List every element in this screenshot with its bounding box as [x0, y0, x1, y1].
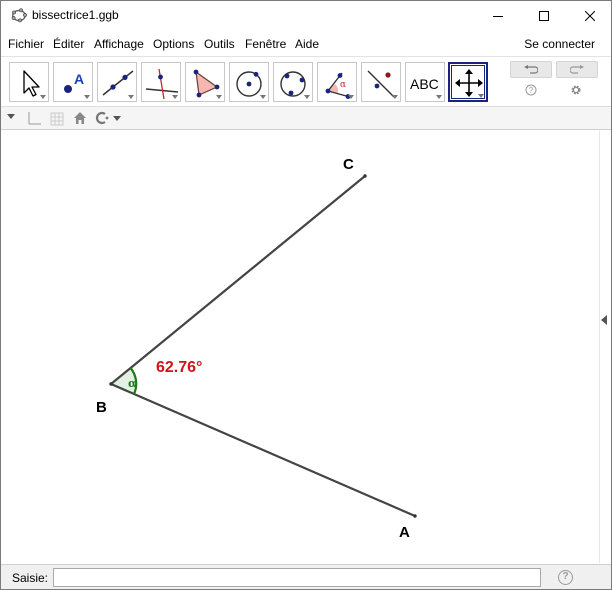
tool-circle-three-points[interactable] — [273, 62, 313, 102]
axes-toggle-icon[interactable] — [26, 111, 42, 127]
minimize-button[interactable] — [475, 1, 521, 30]
tool-angle[interactable]: α — [317, 62, 357, 102]
angle-symbol-label: α — [128, 377, 137, 390]
tool-menu-arrow-icon — [436, 95, 442, 99]
tool-polygon[interactable] — [185, 62, 225, 102]
redo-icon — [570, 64, 584, 74]
menu-fenetre[interactable]: Fenêtre — [245, 37, 286, 51]
minimize-icon — [493, 15, 503, 17]
tool-line[interactable] — [97, 62, 137, 102]
tool-text[interactable]: ABC — [405, 62, 445, 102]
tool-menu-arrow-icon — [172, 95, 178, 99]
help-icon[interactable]: ? — [525, 84, 537, 96]
input-label: Saisie: — [12, 571, 49, 585]
input-help-icon[interactable]: ? — [558, 570, 573, 585]
menu-aide[interactable]: Aide — [295, 37, 319, 51]
angle-tool-symbol: α — [340, 80, 346, 90]
point-b[interactable] — [109, 382, 113, 386]
tool-menu-arrow-icon — [260, 95, 266, 99]
sign-in-link[interactable]: Se connecter — [524, 37, 595, 51]
tool-perpendicular[interactable] — [141, 62, 181, 102]
segment-ba[interactable] — [110, 382, 416, 518]
title-bar: bissectrice1.ggb — [1, 1, 611, 30]
tool-reflect[interactable] — [361, 62, 401, 102]
geogebra-logo-icon — [11, 8, 27, 23]
graphics-view[interactable]: α 62.76° C B A — [1, 131, 599, 563]
tool-circle-center[interactable] — [229, 62, 269, 102]
menu-options[interactable]: Options — [153, 37, 194, 51]
point-c[interactable] — [363, 174, 367, 178]
open-side-panel-arrow-icon[interactable] — [601, 315, 607, 325]
text-tool-label: ABC — [410, 76, 439, 92]
close-button[interactable] — [567, 1, 611, 30]
tool-menu-arrow-icon — [128, 95, 134, 99]
maximize-icon — [539, 10, 549, 21]
side-panel-strip — [599, 131, 611, 563]
point-a[interactable] — [413, 514, 417, 518]
menu-outils[interactable]: Outils — [204, 37, 235, 51]
tool-move-graphics-view[interactable] — [448, 62, 488, 102]
style-bar — [1, 106, 611, 130]
svg-text:?: ? — [529, 86, 534, 95]
grid-toggle-icon[interactable] — [49, 111, 65, 127]
angle-value-label: 62.76° — [156, 359, 202, 376]
graphics-canvas[interactable]: α 62.76° C B A — [1, 131, 599, 563]
close-icon — [585, 10, 595, 21]
point-tool-letter: A — [74, 71, 84, 87]
app-window: bissectrice1.ggb Fichier Éditer Affichag… — [0, 0, 612, 590]
menu-editer[interactable]: Éditer — [53, 37, 84, 51]
point-c-label: C — [343, 156, 354, 173]
point-capturing-icon[interactable] — [94, 111, 122, 125]
segment-bc[interactable] — [110, 175, 366, 385]
tool-menu-arrow-icon — [392, 95, 398, 99]
point-b-label: B — [96, 399, 107, 416]
tool-menu-arrow-icon — [216, 95, 222, 99]
tool-move[interactable] — [9, 62, 49, 102]
point-a-label: A — [399, 524, 410, 541]
maximize-button[interactable] — [521, 1, 567, 30]
tool-menu-arrow-icon — [478, 94, 484, 98]
home-icon[interactable] — [73, 111, 87, 125]
input-bar: Saisie: ? — [1, 564, 611, 589]
menu-fichier[interactable]: Fichier — [8, 37, 44, 51]
menu-affichage[interactable]: Affichage — [94, 37, 144, 51]
tool-menu-arrow-icon — [304, 95, 310, 99]
undo-button[interactable] — [510, 61, 552, 78]
undo-icon — [524, 64, 538, 74]
gear-icon[interactable] — [570, 84, 582, 96]
window-title: bissectrice1.ggb — [32, 8, 119, 22]
tool-menu-arrow-icon — [348, 95, 354, 99]
tool-menu-arrow-icon — [84, 95, 90, 99]
tool-point[interactable]: A — [53, 62, 93, 102]
stylebar-menu-toggle-icon[interactable] — [6, 111, 16, 121]
tool-menu-arrow-icon — [40, 95, 46, 99]
toolbar: A α ABC ? — [1, 56, 611, 106]
menu-bar: Fichier Éditer Affichage Options Outils … — [1, 31, 611, 55]
redo-button[interactable] — [556, 61, 598, 78]
input-field[interactable] — [53, 568, 541, 587]
